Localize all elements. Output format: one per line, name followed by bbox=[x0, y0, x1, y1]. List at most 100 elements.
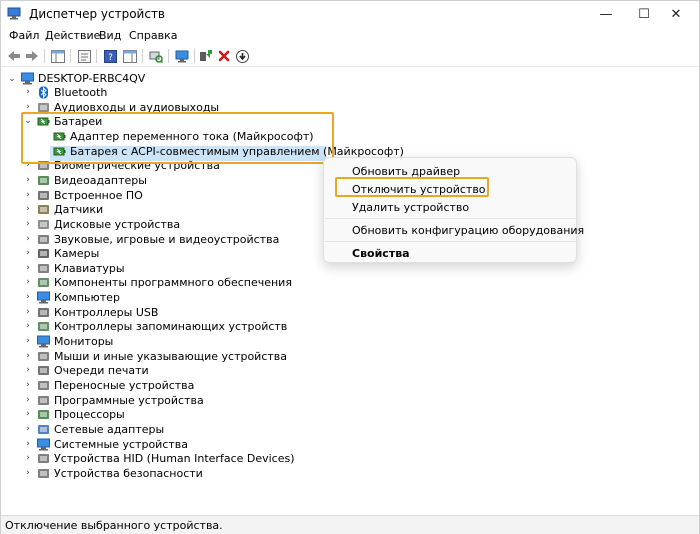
tree-category-label[interactable]: Системные устройства bbox=[54, 438, 188, 451]
properties-toolbar-button[interactable] bbox=[75, 47, 93, 65]
tree-category-label[interactable]: Очереди печати bbox=[54, 364, 149, 377]
forward-button[interactable] bbox=[23, 47, 41, 65]
device-manager-app-icon bbox=[7, 7, 21, 20]
enable-device-icon bbox=[200, 50, 212, 61]
tree-category-label[interactable]: Переносные устройства bbox=[54, 379, 194, 392]
computer-root-icon bbox=[21, 72, 34, 85]
printer-icon bbox=[38, 366, 49, 376]
tree-category-label[interactable]: Компоненты программного обеспечения bbox=[54, 276, 292, 289]
properties-sheet-icon bbox=[77, 49, 91, 63]
hid-icon bbox=[38, 454, 49, 464]
ctx-uninstall-device[interactable]: Удалить устройство bbox=[352, 201, 469, 214]
close-icon: ✕ bbox=[670, 6, 682, 22]
context-menu-separator bbox=[325, 241, 577, 242]
toolbar-separator bbox=[44, 49, 45, 63]
chevron-right-icon[interactable]: › bbox=[23, 380, 33, 390]
tree-category-label[interactable]: Мониторы bbox=[54, 335, 113, 348]
disk-icon bbox=[38, 219, 49, 229]
chevron-right-icon[interactable]: › bbox=[23, 453, 33, 463]
help-toolbar-button[interactable]: ? bbox=[101, 47, 119, 65]
tree-category-label[interactable]: Звуковые, игровые и видеоустройства bbox=[54, 233, 279, 246]
scan-hardware-icon bbox=[149, 51, 163, 63]
tree-category-label[interactable]: Дисковые устройства bbox=[54, 218, 180, 231]
chevron-right-icon[interactable]: › bbox=[23, 87, 33, 97]
menu-action[interactable]: Действие bbox=[45, 29, 100, 42]
tree-category-label[interactable]: Компьютер bbox=[54, 291, 120, 304]
display-adapter-icon bbox=[38, 175, 49, 185]
chevron-right-icon[interactable]: › bbox=[23, 424, 33, 434]
toolbar-separator bbox=[142, 49, 143, 63]
toolbar-separator bbox=[70, 49, 71, 63]
bluetooth-icon bbox=[39, 86, 48, 99]
chevron-right-icon[interactable]: › bbox=[23, 292, 33, 302]
tree-category-label[interactable]: Датчики bbox=[54, 203, 103, 216]
tree-category-label[interactable]: Мыши и иные указывающие устройства bbox=[54, 350, 287, 363]
network-adapter-icon bbox=[38, 424, 49, 434]
menu-help[interactable]: Справка bbox=[129, 29, 177, 42]
forward-arrow-icon bbox=[26, 51, 38, 61]
tree-category-label[interactable]: Устройства безопасности bbox=[54, 467, 203, 480]
monitor-icon bbox=[37, 335, 50, 348]
context-menu: Обновить драйвер Отключить устройство Уд… bbox=[323, 157, 584, 263]
software-device-icon bbox=[38, 395, 49, 405]
ctx-scan-hardware[interactable]: Обновить конфигурацию оборудования bbox=[352, 224, 584, 237]
tree-category-label[interactable]: Сетевые адаптеры bbox=[54, 423, 164, 436]
device-manager-window: Диспетчер устройств — ☐ ✕ Файл Действие … bbox=[0, 0, 700, 534]
enable-device-toolbar-button[interactable] bbox=[197, 47, 215, 65]
svg-text:?: ? bbox=[108, 53, 113, 63]
chevron-right-icon[interactable]: › bbox=[23, 439, 33, 449]
chevron-right-icon[interactable]: › bbox=[23, 248, 33, 258]
chevron-right-icon[interactable]: › bbox=[23, 175, 33, 185]
disable-device-toolbar-button[interactable] bbox=[233, 47, 251, 65]
tree-category-label[interactable]: Устройства HID (Human Interface Devices) bbox=[54, 452, 295, 465]
chevron-right-icon[interactable]: › bbox=[23, 468, 33, 478]
chevron-down-icon[interactable]: ⌄ bbox=[7, 74, 17, 84]
show-hide-console-tree-button[interactable] bbox=[49, 47, 67, 65]
action-pane-button[interactable] bbox=[121, 47, 139, 65]
tree-category-label[interactable]: Программные устройства bbox=[54, 394, 204, 407]
chevron-right-icon[interactable]: › bbox=[23, 321, 33, 331]
usb-icon bbox=[38, 307, 49, 317]
chevron-right-icon[interactable]: › bbox=[23, 365, 33, 375]
tree-category-label[interactable]: Контроллеры запоминающих устройств bbox=[54, 320, 287, 333]
tree-category-label[interactable]: Клавиатуры bbox=[54, 262, 125, 275]
chevron-right-icon[interactable]: › bbox=[23, 102, 33, 112]
chevron-right-icon[interactable]: › bbox=[23, 277, 33, 287]
toolbar-separator bbox=[168, 49, 169, 63]
security-device-icon bbox=[38, 468, 49, 478]
tree-category-label[interactable]: Контроллеры USB bbox=[54, 306, 158, 319]
update-driver-toolbar-button[interactable] bbox=[173, 47, 191, 65]
action-pane-icon bbox=[123, 49, 137, 63]
console-tree-icon bbox=[51, 49, 65, 63]
chevron-right-icon[interactable]: › bbox=[23, 409, 33, 419]
delete-x-icon bbox=[218, 50, 230, 62]
tree-category-label[interactable]: Камеры bbox=[54, 247, 99, 260]
chevron-right-icon[interactable]: › bbox=[23, 351, 33, 361]
chevron-right-icon[interactable]: › bbox=[23, 336, 33, 346]
uninstall-device-toolbar-button[interactable] bbox=[215, 47, 233, 65]
chevron-right-icon[interactable]: › bbox=[23, 190, 33, 200]
chevron-right-icon[interactable]: › bbox=[23, 263, 33, 273]
battery-group-highlight bbox=[21, 112, 334, 164]
status-text: Отключение выбранного устройства. bbox=[5, 519, 223, 532]
ctx-properties[interactable]: Свойства bbox=[352, 247, 410, 260]
tree-category-label[interactable]: Видеоадаптеры bbox=[54, 174, 147, 187]
processor-icon bbox=[38, 410, 49, 420]
chevron-right-icon[interactable]: › bbox=[23, 219, 33, 229]
close-button[interactable]: ✕ bbox=[653, 1, 699, 27]
back-button[interactable] bbox=[5, 47, 23, 65]
tree-root-label[interactable]: DESKTOP-ERBC4QV bbox=[38, 72, 145, 85]
back-arrow-icon bbox=[8, 51, 20, 61]
chevron-right-icon[interactable]: › bbox=[23, 204, 33, 214]
scan-hardware-toolbar-button[interactable] bbox=[147, 47, 165, 65]
tree-category-label[interactable]: Bluetooth bbox=[54, 86, 107, 99]
chevron-right-icon[interactable]: › bbox=[23, 307, 33, 317]
menu-view[interactable]: Вид bbox=[99, 29, 121, 42]
tree-category-label[interactable]: Встроенное ПО bbox=[54, 189, 143, 202]
chevron-right-icon[interactable]: › bbox=[23, 395, 33, 405]
firmware-icon bbox=[38, 190, 49, 200]
chevron-right-icon[interactable]: › bbox=[23, 234, 33, 244]
tree-category-label[interactable]: Процессоры bbox=[54, 408, 125, 421]
menu-file[interactable]: Файл bbox=[9, 29, 39, 42]
title-bar: Диспетчер устройств — ☐ ✕ bbox=[1, 1, 699, 27]
